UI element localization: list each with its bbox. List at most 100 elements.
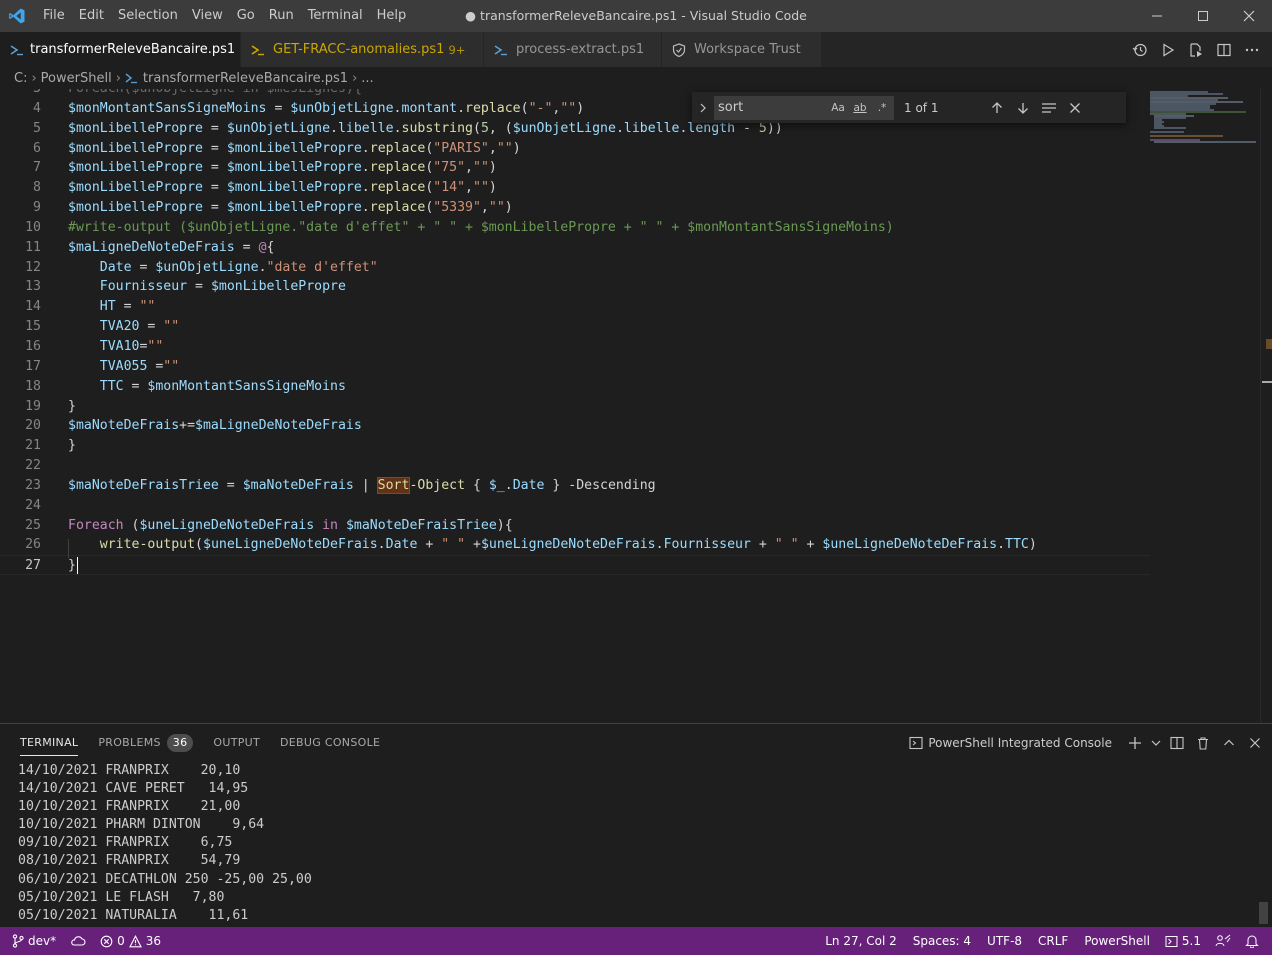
menu-selection[interactable]: Selection [111,0,185,32]
code-line: 11 $maLigneDeNoteDeFrais = @{ [25,239,275,255]
split-editor-icon[interactable] [1212,38,1236,62]
feedback-icon[interactable] [1208,927,1238,955]
close-window-button[interactable] [1226,0,1272,32]
new-terminal-plus-icon[interactable] [1124,732,1146,754]
editor-actions [1128,32,1264,67]
notifications-bell-icon[interactable] [1238,927,1266,955]
run-icon[interactable] [1156,38,1180,62]
encoding[interactable]: UTF-8 [979,927,1030,955]
menu-terminal[interactable]: Terminal [301,0,370,32]
chevron-right-icon: › [352,70,358,86]
cursor-position[interactable]: Ln 27, Col 2 [817,927,905,955]
menu-run[interactable]: Run [262,0,301,32]
menu-help[interactable]: Help [370,0,414,32]
tab-output[interactable]: OUTPUT [203,724,270,762]
code-line: 8 $monLibellePropre = $monLibellePropre.r… [33,180,497,196]
menu-file[interactable]: File [36,0,72,32]
menu-view[interactable]: View [185,0,230,32]
powershell-icon [125,72,138,84]
code-line: 17 TVA055 ="" [25,358,180,374]
powershell-icon [251,44,267,56]
trash-icon[interactable] [1192,732,1214,754]
close-panel-icon[interactable] [1244,732,1266,754]
tab-workspace-trust[interactable]: Workspace Trust [662,32,822,67]
terminal-scrollbar-thumb[interactable] [1259,902,1268,924]
run-selection-icon[interactable] [1184,38,1208,62]
error-icon [100,935,113,947]
code-line: 26 write-output($uneLigneDeNoteDeFrais.D… [25,537,1037,553]
breadcrumb-file[interactable]: transformerReleveBancaire.ps1 [143,71,348,86]
history-icon[interactable] [1128,38,1152,62]
code-line: 22 [25,458,41,474]
text-cursor [76,556,78,574]
terminal-icon [909,736,923,750]
menu-edit[interactable]: Edit [72,0,111,32]
code-line: 6 $monLibellePropre = $monLibellePropre.r… [33,140,521,156]
tab-get-fracc-anomalies[interactable]: GET-FRACC-anomalies.ps1 9+ [241,32,484,67]
code-line: 24 [25,497,41,513]
tab-transformer-releve[interactable]: transformerReleveBancaire.ps1 [0,32,241,67]
tab-label: transformerReleveBancaire.ps1 [30,42,236,57]
code-editor[interactable]: 3Foreach($unObjetLigne in $mesLignes){ 4… [0,89,1272,723]
previous-match-arrow-up-icon[interactable] [984,96,1010,120]
chevron-right-icon: › [31,70,37,86]
breadcrumb-drive[interactable]: C: [14,71,27,86]
code-line: 15 TVA20 = "" [25,319,180,335]
terminal-selector[interactable]: PowerShell Integrated Console [909,736,1112,750]
problems-indicator[interactable]: 0 36 [93,927,168,955]
find-options: Aa ab .* [828,99,892,117]
language-mode[interactable]: PowerShell [1076,927,1158,955]
title-bar: File Edit Selection View Go Run Terminal… [0,0,1272,32]
branch-indicator[interactable]: dev* [0,927,63,955]
breadcrumb-folder[interactable]: PowerShell [41,71,112,86]
code-line: 21} [25,438,76,454]
maximize-panel-chevron-up-icon[interactable] [1218,732,1240,754]
match-case-icon[interactable]: Aa [828,99,848,117]
find-input[interactable] [718,100,828,115]
terminal-line: 14/10/2021 FRANPRIX 20,10 [18,763,241,778]
sync-icon[interactable] [63,927,93,955]
problems-count-badge: 36 [166,734,194,752]
shield-icon [672,42,688,57]
editor-vertical-scrollbar[interactable] [1260,89,1272,723]
toggle-replace-chevron-icon[interactable] [692,92,710,123]
chevron-down-icon[interactable] [1150,732,1162,754]
maximize-button[interactable] [1180,0,1226,32]
match-whole-word-icon[interactable]: ab [850,99,870,117]
tab-label: GET-FRACC-anomalies.ps1 [273,42,445,57]
tab-terminal[interactable]: TERMINAL [10,724,88,762]
code-line: 7 $monLibellePropre = $monLibellePropre.r… [33,160,497,176]
find-input-box: Aa ab .* [714,95,894,120]
split-terminal-icon[interactable] [1166,732,1188,754]
code-line-current: 27} [0,555,1150,576]
editor-tab-bar: transformerReleveBancaire.ps1 GET-FRACC-… [0,32,1272,67]
close-find-icon[interactable] [1062,96,1088,120]
minimize-button[interactable] [1134,0,1180,32]
warning-icon [128,934,142,947]
terminal-line: 14/10/2021 CAVE PERET 14,95 [18,781,249,797]
code-line: 19} [25,398,76,414]
breadcrumb-symbol[interactable]: ... [361,71,373,86]
code-line: 20 $maNoteDeFrais+=$maLigneDeNoteDeFrais [25,418,362,434]
minimap[interactable] [1148,89,1258,723]
tab-problems[interactable]: PROBLEMS 36 [88,724,203,762]
line-ending[interactable]: CRLF [1030,927,1076,955]
tab-debug-console[interactable]: DEBUG CONSOLE [270,724,390,762]
breadcrumb: C: › PowerShell › transformerReleveBanca… [0,67,1272,89]
code-line: 18 TTC = $monMontantSansSigneMoins [25,378,346,394]
powershell-version[interactable]: 5.1 [1158,927,1208,955]
powershell-icon [494,44,510,56]
code-line: 14 HT = "" [25,299,156,315]
tab-process-extract[interactable]: process-extract.ps1 [484,32,662,67]
code-line: 23 $maNoteDeFraisTriee = $maNoteDeFrais |… [25,476,656,494]
branch-name: dev* [28,934,57,948]
more-actions-icon[interactable] [1240,38,1264,62]
next-match-arrow-down-icon[interactable] [1010,96,1036,120]
use-regex-icon[interactable]: .* [872,99,892,117]
code-line: 12 Date = $unObjetLigne."date d'effet" [25,259,378,275]
panel-actions: PowerShell Integrated Console [909,724,1266,762]
terminal-output[interactable]: 14/10/2021 FRANPRIX 20,10 14/10/2021 CAV… [18,762,312,925]
indentation[interactable]: Spaces: 4 [905,927,979,955]
find-in-selection-icon[interactable] [1036,96,1062,120]
menu-go[interactable]: Go [230,0,262,32]
